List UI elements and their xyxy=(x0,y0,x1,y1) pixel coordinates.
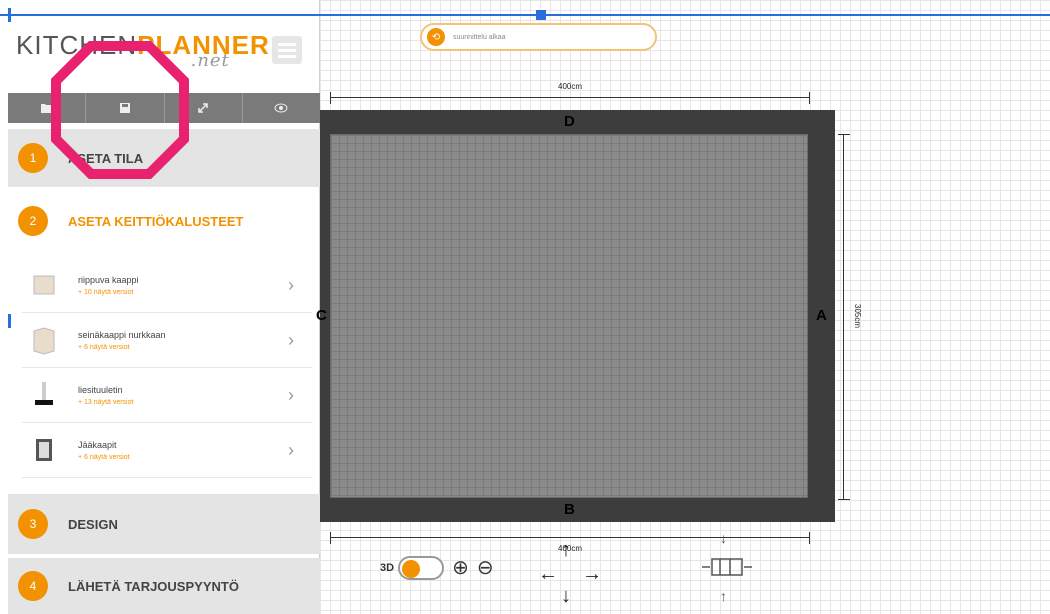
list-item[interactable]: liesituuletin + 13 näytä versiot › xyxy=(22,368,312,423)
expand-icon xyxy=(198,103,208,113)
step-number: 2 xyxy=(18,206,48,236)
selection-handle[interactable] xyxy=(536,10,546,20)
pan-left-icon[interactable]: ← xyxy=(538,563,558,586)
menu-button[interactable] xyxy=(272,36,302,64)
step-number: 4 xyxy=(18,571,48,601)
step-2[interactable]: 2 ASETA KEITTIÖKALUSTEET xyxy=(8,192,320,250)
pan-right-icon[interactable]: → xyxy=(582,563,602,586)
selection-tick xyxy=(8,8,11,22)
width-dimension-label: 400cm xyxy=(558,82,583,91)
eye-icon xyxy=(274,103,288,113)
item-subtitle[interactable]: + 10 näytä versiot xyxy=(78,289,288,296)
room-resize-control[interactable]: ↓ ↑ xyxy=(692,530,762,610)
room[interactable]: D B C A xyxy=(316,110,835,522)
annotation-octagon xyxy=(51,41,189,179)
selection-line xyxy=(0,14,1050,16)
range-hood-icon xyxy=(35,382,53,405)
step-number: 1 xyxy=(18,143,48,173)
refresh-icon: ⟲ xyxy=(427,28,445,46)
item-subtitle[interactable]: + 13 näytä versiot xyxy=(78,399,288,406)
view-controls: 3D ⊕ ⊖ xyxy=(380,555,494,580)
corner-cabinet-icon xyxy=(33,327,55,355)
floor-plan-canvas[interactable]: ⟲ suunnittelu alkaa 400cm D B C A 305cm … xyxy=(316,0,1050,614)
3d-toggle[interactable] xyxy=(398,555,445,580)
wall-label-a[interactable]: A xyxy=(816,307,827,324)
item-title: liesituuletin xyxy=(78,384,123,395)
chevron-right-icon: › xyxy=(288,274,294,295)
wall-label-d[interactable]: D xyxy=(564,113,575,130)
wall-label-b[interactable]: B xyxy=(564,501,575,518)
zoom-in-icon[interactable]: ⊕ xyxy=(452,555,469,580)
pan-up-icon[interactable]: ↑ xyxy=(561,539,571,562)
room-size-icon xyxy=(702,558,752,576)
step-label: LÄHETÄ TARJOUSPYYNTÖ xyxy=(68,578,239,594)
list-item[interactable]: Jääkaapit + 6 näytä versiot › xyxy=(22,423,312,478)
kitchen-planner-app: KITCHENPLANNER .net 1 ASETA TILA 2 ASETA… xyxy=(0,0,1050,614)
height-dimension-label: 305cm xyxy=(853,304,862,329)
list-item[interactable]: seinäkaappi nurkkaan + 6 näytä versiot › xyxy=(22,313,312,368)
chevron-right-icon: › xyxy=(288,384,294,405)
expand-vertical-icon[interactable]: ↑ xyxy=(720,588,727,604)
room-floor[interactable] xyxy=(330,134,808,498)
chevron-right-icon: › xyxy=(288,439,294,460)
step-number: 3 xyxy=(18,509,48,539)
width-dimension-line xyxy=(330,92,810,104)
shrink-vertical-icon[interactable]: ↓ xyxy=(720,530,727,546)
3d-toggle-label: 3D xyxy=(380,561,395,574)
chevron-right-icon: › xyxy=(288,329,294,350)
search-placeholder: suunnittelu alkaa xyxy=(453,33,506,41)
item-title: seinäkaappi nurkkaan xyxy=(78,329,166,340)
search-bar[interactable]: ⟲ suunnittelu alkaa xyxy=(420,23,657,51)
fridge-icon xyxy=(36,439,52,461)
step-3[interactable]: 3 DESIGN xyxy=(8,494,320,554)
zoom-out-icon[interactable]: ⊖ xyxy=(477,555,494,580)
view-button[interactable] xyxy=(243,93,320,123)
item-subtitle[interactable]: + 6 näytä versiot xyxy=(78,344,288,351)
step-label: DESIGN xyxy=(68,516,118,532)
logo-text-net: .net xyxy=(190,50,230,71)
wall-label-c[interactable]: C xyxy=(316,307,327,324)
height-dimension-line xyxy=(838,134,850,500)
list-item[interactable]: riippuva kaappi + 10 näytä versiot › xyxy=(22,258,312,313)
selection-tick xyxy=(8,314,11,328)
step-label: ASETA KEITTIÖKALUSTEET xyxy=(68,213,244,229)
item-subtitle[interactable]: + 6 näytä versiot xyxy=(78,454,288,461)
item-title: riippuva kaappi xyxy=(78,274,139,285)
step-4[interactable]: 4 LÄHETÄ TARJOUSPYYNTÖ xyxy=(8,558,320,614)
wall-cabinet-icon xyxy=(33,275,55,295)
item-title: Jääkaapit xyxy=(78,439,117,450)
pan-down-icon[interactable]: ↓ xyxy=(561,585,571,608)
